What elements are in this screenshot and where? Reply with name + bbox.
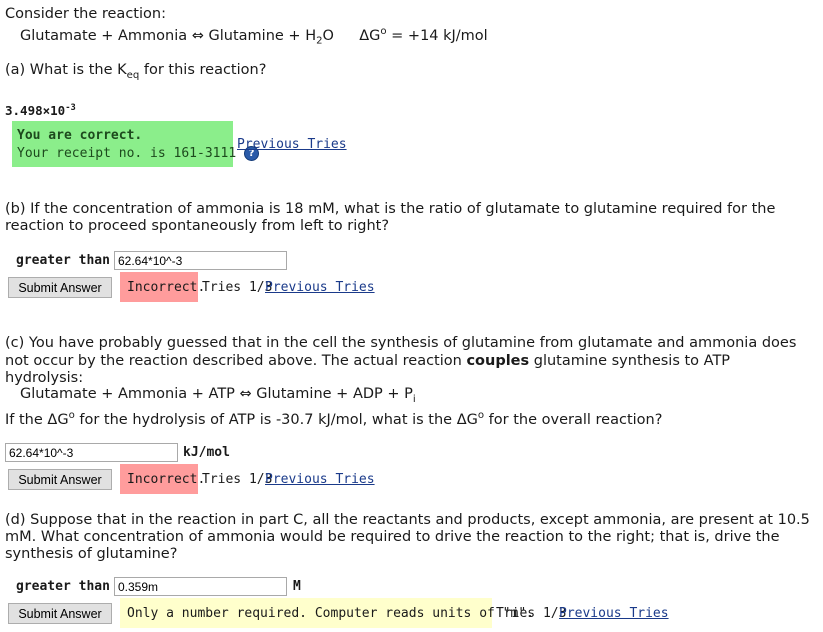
part-d-question: (d) Suppose that in the reaction in part…: [5, 512, 810, 562]
part-d-prefix: greater than: [16, 579, 110, 594]
part-c-reaction: Glutamate + Ammonia + ATP ⇔ Glutamine + …: [20, 386, 416, 405]
part-d-answer-input[interactable]: [114, 577, 287, 596]
part-c-answer-input[interactable]: [5, 443, 178, 462]
receipt-text: Your receipt no. is 161-3111 ?: [17, 146, 259, 161]
reaction-products: Glutamine + H: [208, 27, 317, 44]
intro-heading: Consider the reaction:: [5, 6, 166, 22]
part-c-ask-a: If the ΔG: [5, 411, 69, 428]
part-c-ask-b: for the hydrolysis of ATP is -30.7 kJ/mo…: [74, 411, 478, 428]
part-c-tries: Tries 1/3: [202, 472, 273, 487]
keq-subscript: eq: [126, 69, 140, 81]
correct-title: You are correct.: [17, 128, 143, 143]
reaction-reactants: Glutamate + Ammonia: [20, 27, 188, 44]
part-c-status: Incorrect.: [127, 472, 206, 487]
part-b-question: (b) If the concentration of ammonia is 1…: [5, 201, 776, 234]
part-b-prefix: greater than: [16, 253, 110, 268]
reaction-equation: Glutamate + Ammonia ⇔ Glutamine + H2O ΔG…: [20, 26, 488, 47]
part-c-previous-tries-link[interactable]: Previous Tries: [265, 472, 375, 487]
part-c-question: (c) You have probably guessed that in th…: [5, 335, 810, 388]
part-a-answer-base: 3.498×10: [5, 103, 66, 119]
part-d-hint: Only a number required. Computer reads u…: [127, 606, 534, 621]
part-a-question-start: (a) What is the K: [5, 62, 127, 78]
part-a-previous-tries-link[interactable]: Previous Tries: [237, 137, 347, 152]
reaction-products-o: O: [322, 27, 334, 44]
part-a-question-end: for this reaction?: [139, 62, 267, 78]
part-b-status: Incorrect.: [127, 280, 206, 295]
part-b-tries: Tries 1/3: [202, 280, 273, 295]
part-a-answer-exp: -3: [65, 103, 76, 113]
part-c-ask-c: for the overall reaction?: [484, 411, 663, 428]
part-d-unit: M: [293, 579, 301, 594]
part-b-previous-tries-link[interactable]: Previous Tries: [265, 280, 375, 295]
part-b-answer-input[interactable]: [114, 251, 287, 270]
part-a-answer: 3.498×10-3: [5, 103, 76, 118]
delta-g-value: = +14 kJ/mol: [386, 27, 488, 44]
part-d-tries: Tries 1/3: [496, 606, 567, 621]
part-c-couples: couples: [466, 352, 530, 369]
part-b-submit-button[interactable]: Submit Answer: [8, 277, 112, 298]
pi-subscript: i: [412, 393, 416, 405]
part-c-ask: If the ΔGo for the hydrolysis of ATP is …: [5, 410, 662, 428]
part-c-unit: kJ/mol: [183, 445, 230, 460]
equilibrium-arrow-icon: ⇔: [191, 27, 204, 44]
part-a-question: (a) What is the Keq for this reaction?: [5, 62, 266, 81]
part-d-previous-tries-link[interactable]: Previous Tries: [559, 606, 669, 621]
delta-g-label: ΔG: [359, 27, 381, 44]
receipt-number: Your receipt no. is 161-3111: [17, 146, 237, 161]
part-d-submit-button[interactable]: Submit Answer: [8, 603, 112, 624]
part-c-reaction-text: Glutamate + Ammonia + ATP ⇔ Glutamine + …: [20, 386, 413, 402]
part-c-submit-button[interactable]: Submit Answer: [8, 469, 112, 490]
